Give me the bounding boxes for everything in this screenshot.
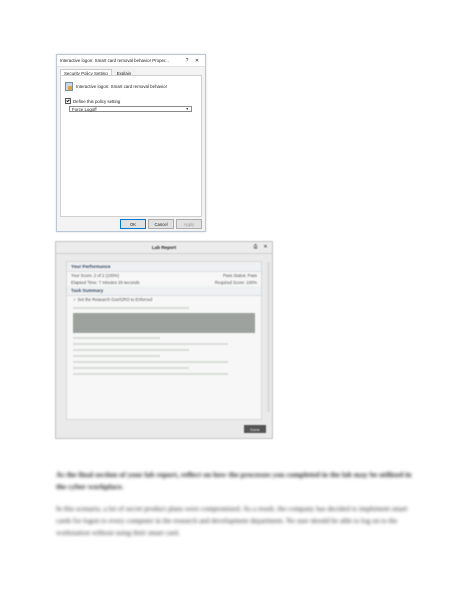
pass-status: Pass Status: Pass [223,273,257,278]
dialog-titlebar: Interactive logon: Smart card removal be… [57,55,205,67]
dialog-buttons: OK Cancel Apply [120,219,202,229]
define-policy-row[interactable]: Define this policy setting [65,98,120,104]
score-row: Your Score: 2 of 2 (100%) Pass Status: P… [67,272,261,279]
reflection-heading: As the final section of your lab report,… [56,470,412,491]
task-item: ✓ Set the Research Gov/GRO to Enforced [73,297,153,302]
lab-report-header: Lab Report ⎙ ✕ [56,242,272,254]
performance-heading: Your Performance [67,262,261,272]
scenario-paragraph: In this scenario, a lot of secret produc… [56,505,408,537]
detail-line [73,361,229,363]
time-row: Elapsed Time: 7 minutes 29 seconds Requi… [67,279,261,286]
print-icon[interactable]: ⎙ [252,244,259,250]
policy-panel: Interactive logon: Smart card removal be… [60,75,202,217]
policy-header: Interactive logon: Smart card removal be… [65,82,167,91]
scrollbar[interactable] [267,262,270,412]
close-icon[interactable]: ✕ [262,244,269,250]
elapsed-time: Elapsed Time: 7 minutes 29 seconds [71,280,140,285]
policy-properties-dialog: Interactive logon: Smart card removal be… [56,54,206,232]
policy-name: Interactive logon: Smart card removal be… [76,84,168,89]
cancel-button[interactable]: Cancel [148,219,174,229]
help-icon[interactable]: ? [182,58,192,64]
dialog-title: Interactive logon: Smart card removal be… [60,58,169,63]
lab-report-title: Lab Report [151,245,177,250]
explanation-block [73,313,255,333]
policy-icon [65,82,73,91]
detail-line [73,373,229,375]
detail-line [73,355,161,357]
required-score: Required Score: 100% [214,280,257,285]
done-button[interactable]: Done [244,425,266,433]
detail-line [73,367,190,369]
detail-line [73,343,229,345]
define-policy-label: Define this policy setting [73,98,121,104]
your-score: Your Score: 2 of 2 (100%) [71,273,120,278]
apply-button[interactable]: Apply [176,219,202,229]
lab-report-body: Your Performance Your Score: 2 of 2 (100… [66,261,262,420]
define-policy-checkbox[interactable] [65,98,71,104]
detail-line [73,307,190,309]
task-summary-heading: Task Summary [67,286,261,296]
detail-line [73,337,161,339]
lab-report-window: Lab Report ⎙ ✕ Your Performance Your Sco… [55,241,273,439]
chevron-down-icon: ▼ [185,107,189,111]
detail-line [73,349,190,351]
select-value: Force Logoff [72,106,97,112]
close-icon[interactable]: ✕ [192,58,202,64]
ok-button[interactable]: OK [120,219,146,229]
removal-action-select[interactable]: Force Logoff ▼ [69,106,192,112]
